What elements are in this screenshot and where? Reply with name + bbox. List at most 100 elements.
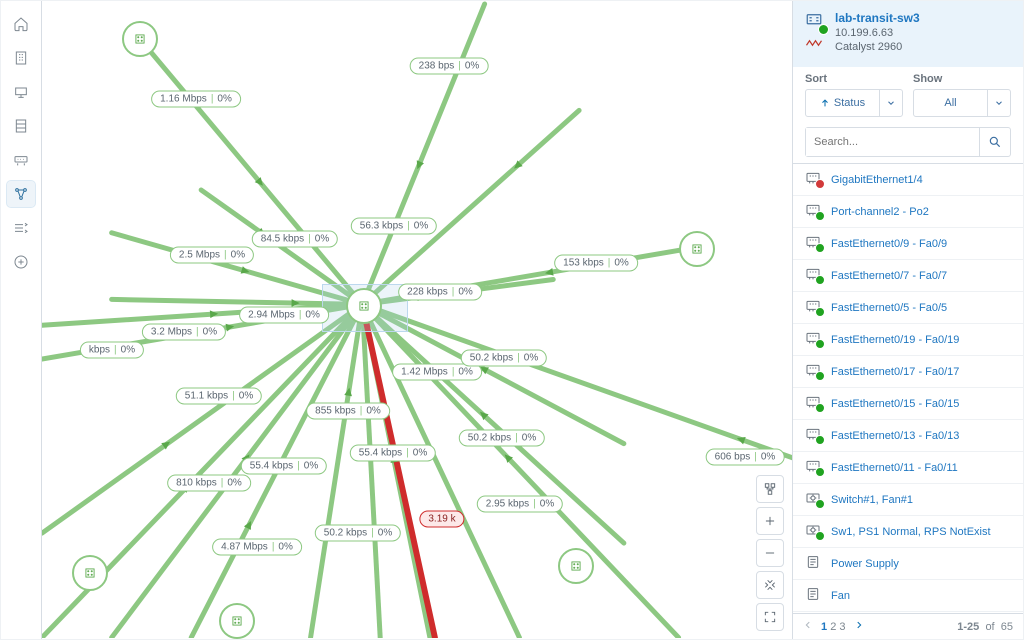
list-item[interactable]: Switch#1, Fan#1 (793, 484, 1023, 516)
list-item[interactable]: FastEthernet0/19 - Fa0/19 (793, 324, 1023, 356)
pager-page[interactable]: 3 (839, 621, 845, 633)
pager-page[interactable]: 1 (821, 621, 827, 633)
search-input[interactable] (806, 128, 979, 156)
interface-link[interactable]: FastEthernet0/13 - Fa0/13 (831, 430, 959, 442)
list-item[interactable]: Fan (793, 580, 1023, 612)
link-label[interactable]: 606 bps|0% (706, 449, 785, 466)
topology-node[interactable] (122, 21, 158, 57)
link-label[interactable]: 3.2 Mbps|0% (142, 324, 226, 341)
pager-page[interactable]: 2 (830, 621, 836, 633)
interface-link[interactable]: Sw1, PS1 Normal, RPS NotExist (831, 526, 991, 538)
list-item[interactable]: FastEthernet0/11 - Fa0/11 (793, 452, 1023, 484)
status-dot (815, 499, 825, 509)
list-item[interactable]: FastEthernet0/7 - Fa0/7 (793, 260, 1023, 292)
search-box (805, 127, 1011, 157)
link-label[interactable]: kbps|0% (80, 342, 144, 359)
alert-link-label[interactable]: 3.19 k (419, 511, 464, 528)
chevron-down-icon[interactable] (879, 90, 902, 116)
link-label[interactable]: 55.4 kbps|0% (241, 458, 327, 475)
interface-link[interactable]: Power Supply (831, 558, 899, 570)
interface-link[interactable]: FastEthernet0/5 - Fa0/5 (831, 302, 947, 314)
topology-node[interactable] (72, 555, 108, 591)
status-dot (815, 307, 825, 317)
topology-node[interactable] (219, 603, 255, 639)
nav-add[interactable] (7, 249, 35, 275)
status-dot (815, 243, 825, 253)
interface-link[interactable]: Fan (831, 590, 850, 602)
interface-link[interactable]: FastEthernet0/19 - Fa0/19 (831, 334, 959, 346)
interface-link[interactable]: FastEthernet0/17 - Fa0/17 (831, 366, 959, 378)
link-label[interactable]: 84.5 kbps|0% (252, 231, 338, 248)
list-item[interactable]: GigabitEthernet1/4 (793, 164, 1023, 196)
nav-home[interactable] (7, 11, 35, 37)
device-ip: 10.199.6.63 (835, 27, 920, 39)
layout-button[interactable] (756, 475, 784, 503)
nav-flow[interactable] (7, 215, 35, 241)
pager-next[interactable] (854, 620, 864, 633)
list-item[interactable]: Sw1, PS1 Normal, RPS NotExist (793, 516, 1023, 548)
link-label[interactable]: 2.95 kbps|0% (477, 496, 563, 513)
link-label[interactable]: 1.16 Mbps|0% (151, 91, 241, 108)
show-label: Show (913, 73, 1011, 85)
list-item[interactable]: FastEthernet0/5 - Fa0/5 (793, 292, 1023, 324)
device-header: lab-transit-sw3 10.199.6.63 Catalyst 296… (793, 1, 1023, 67)
link-label[interactable]: 50.2 kbps|0% (459, 430, 545, 447)
status-dot (815, 211, 825, 221)
list-item[interactable]: Port-channel2 - Po2 (793, 196, 1023, 228)
device-status-dot (818, 24, 829, 35)
list-item[interactable]: FastEthernet0/17 - Fa0/17 (793, 356, 1023, 388)
link-label[interactable]: 810 kbps|0% (167, 475, 251, 492)
sort-select[interactable]: Status (805, 89, 903, 117)
link-label[interactable]: 51.1 kbps|0% (176, 388, 262, 405)
link-label[interactable]: 153 kbps|0% (554, 255, 638, 272)
interface-link[interactable]: FastEthernet0/7 - Fa0/7 (831, 270, 947, 282)
list-item[interactable]: FastEthernet0/13 - Fa0/13 (793, 420, 1023, 452)
link-label[interactable]: 56.3 kbps|0% (351, 218, 437, 235)
topology-node[interactable] (558, 548, 594, 584)
link-label[interactable]: 2.94 Mbps|0% (239, 307, 329, 324)
show-select[interactable]: All (913, 89, 1011, 117)
interface-link[interactable]: FastEthernet0/9 - Fa0/9 (831, 238, 947, 250)
document-icon (805, 555, 821, 569)
fit-button[interactable] (756, 571, 784, 599)
search-button[interactable] (979, 128, 1010, 156)
status-dot (815, 403, 825, 413)
zoom-out-button[interactable] (756, 539, 784, 567)
nav-device[interactable] (7, 79, 35, 105)
interface-link[interactable]: Switch#1, Fan#1 (831, 494, 913, 506)
hub-node[interactable] (346, 288, 382, 324)
link-label[interactable]: 50.2 kbps|0% (315, 525, 401, 542)
interface-link[interactable]: Port-channel2 - Po2 (831, 206, 929, 218)
link-label[interactable]: 2.5 Mbps|0% (170, 247, 254, 264)
nav-building[interactable] (7, 45, 35, 71)
list-item[interactable]: Power Supply (793, 548, 1023, 580)
details-panel: lab-transit-sw3 10.199.6.63 Catalyst 296… (792, 1, 1023, 639)
nav-rack[interactable] (7, 113, 35, 139)
sort-value: Status (834, 97, 865, 109)
interface-link[interactable]: FastEthernet0/11 - Fa0/11 (831, 462, 958, 474)
fullscreen-button[interactable] (756, 603, 784, 631)
link-label[interactable]: 55.4 kbps|0% (350, 445, 436, 462)
nav-network[interactable] (7, 147, 35, 173)
show-value: All (944, 97, 956, 109)
chevron-down-icon[interactable] (987, 90, 1010, 116)
device-name[interactable]: lab-transit-sw3 (835, 11, 920, 25)
device-model: Catalyst 2960 (835, 41, 920, 53)
link-label[interactable]: 4.87 Mbps|0% (212, 539, 302, 556)
interface-list: GigabitEthernet1/4 Port-channel2 - Po2 F… (793, 163, 1023, 613)
link-label[interactable]: 228 kbps|0% (398, 284, 482, 301)
interface-link[interactable]: GigabitEthernet1/4 (831, 174, 923, 186)
link-label[interactable]: 238 bps|0% (410, 58, 489, 75)
topology-canvas[interactable]: 238 bps|0% 1.16 Mbps|0% 56.3 kbps|0% 84.5 k… (42, 1, 792, 639)
list-item[interactable]: FastEthernet0/9 - Fa0/9 (793, 228, 1023, 260)
pager-range: 1-25 of 65 (957, 621, 1013, 633)
zoom-in-button[interactable] (756, 507, 784, 535)
topology-node[interactable] (679, 231, 715, 267)
link-label[interactable]: 855 kbps|0% (306, 403, 390, 420)
list-item[interactable]: FastEthernet0/15 - Fa0/15 (793, 388, 1023, 420)
interface-link[interactable]: FastEthernet0/15 - Fa0/15 (831, 398, 959, 410)
status-dot (815, 371, 825, 381)
nav-topology[interactable] (7, 181, 35, 207)
link-label[interactable]: 50.2 kbps|0% (461, 350, 547, 367)
pager-prev[interactable] (803, 620, 813, 633)
